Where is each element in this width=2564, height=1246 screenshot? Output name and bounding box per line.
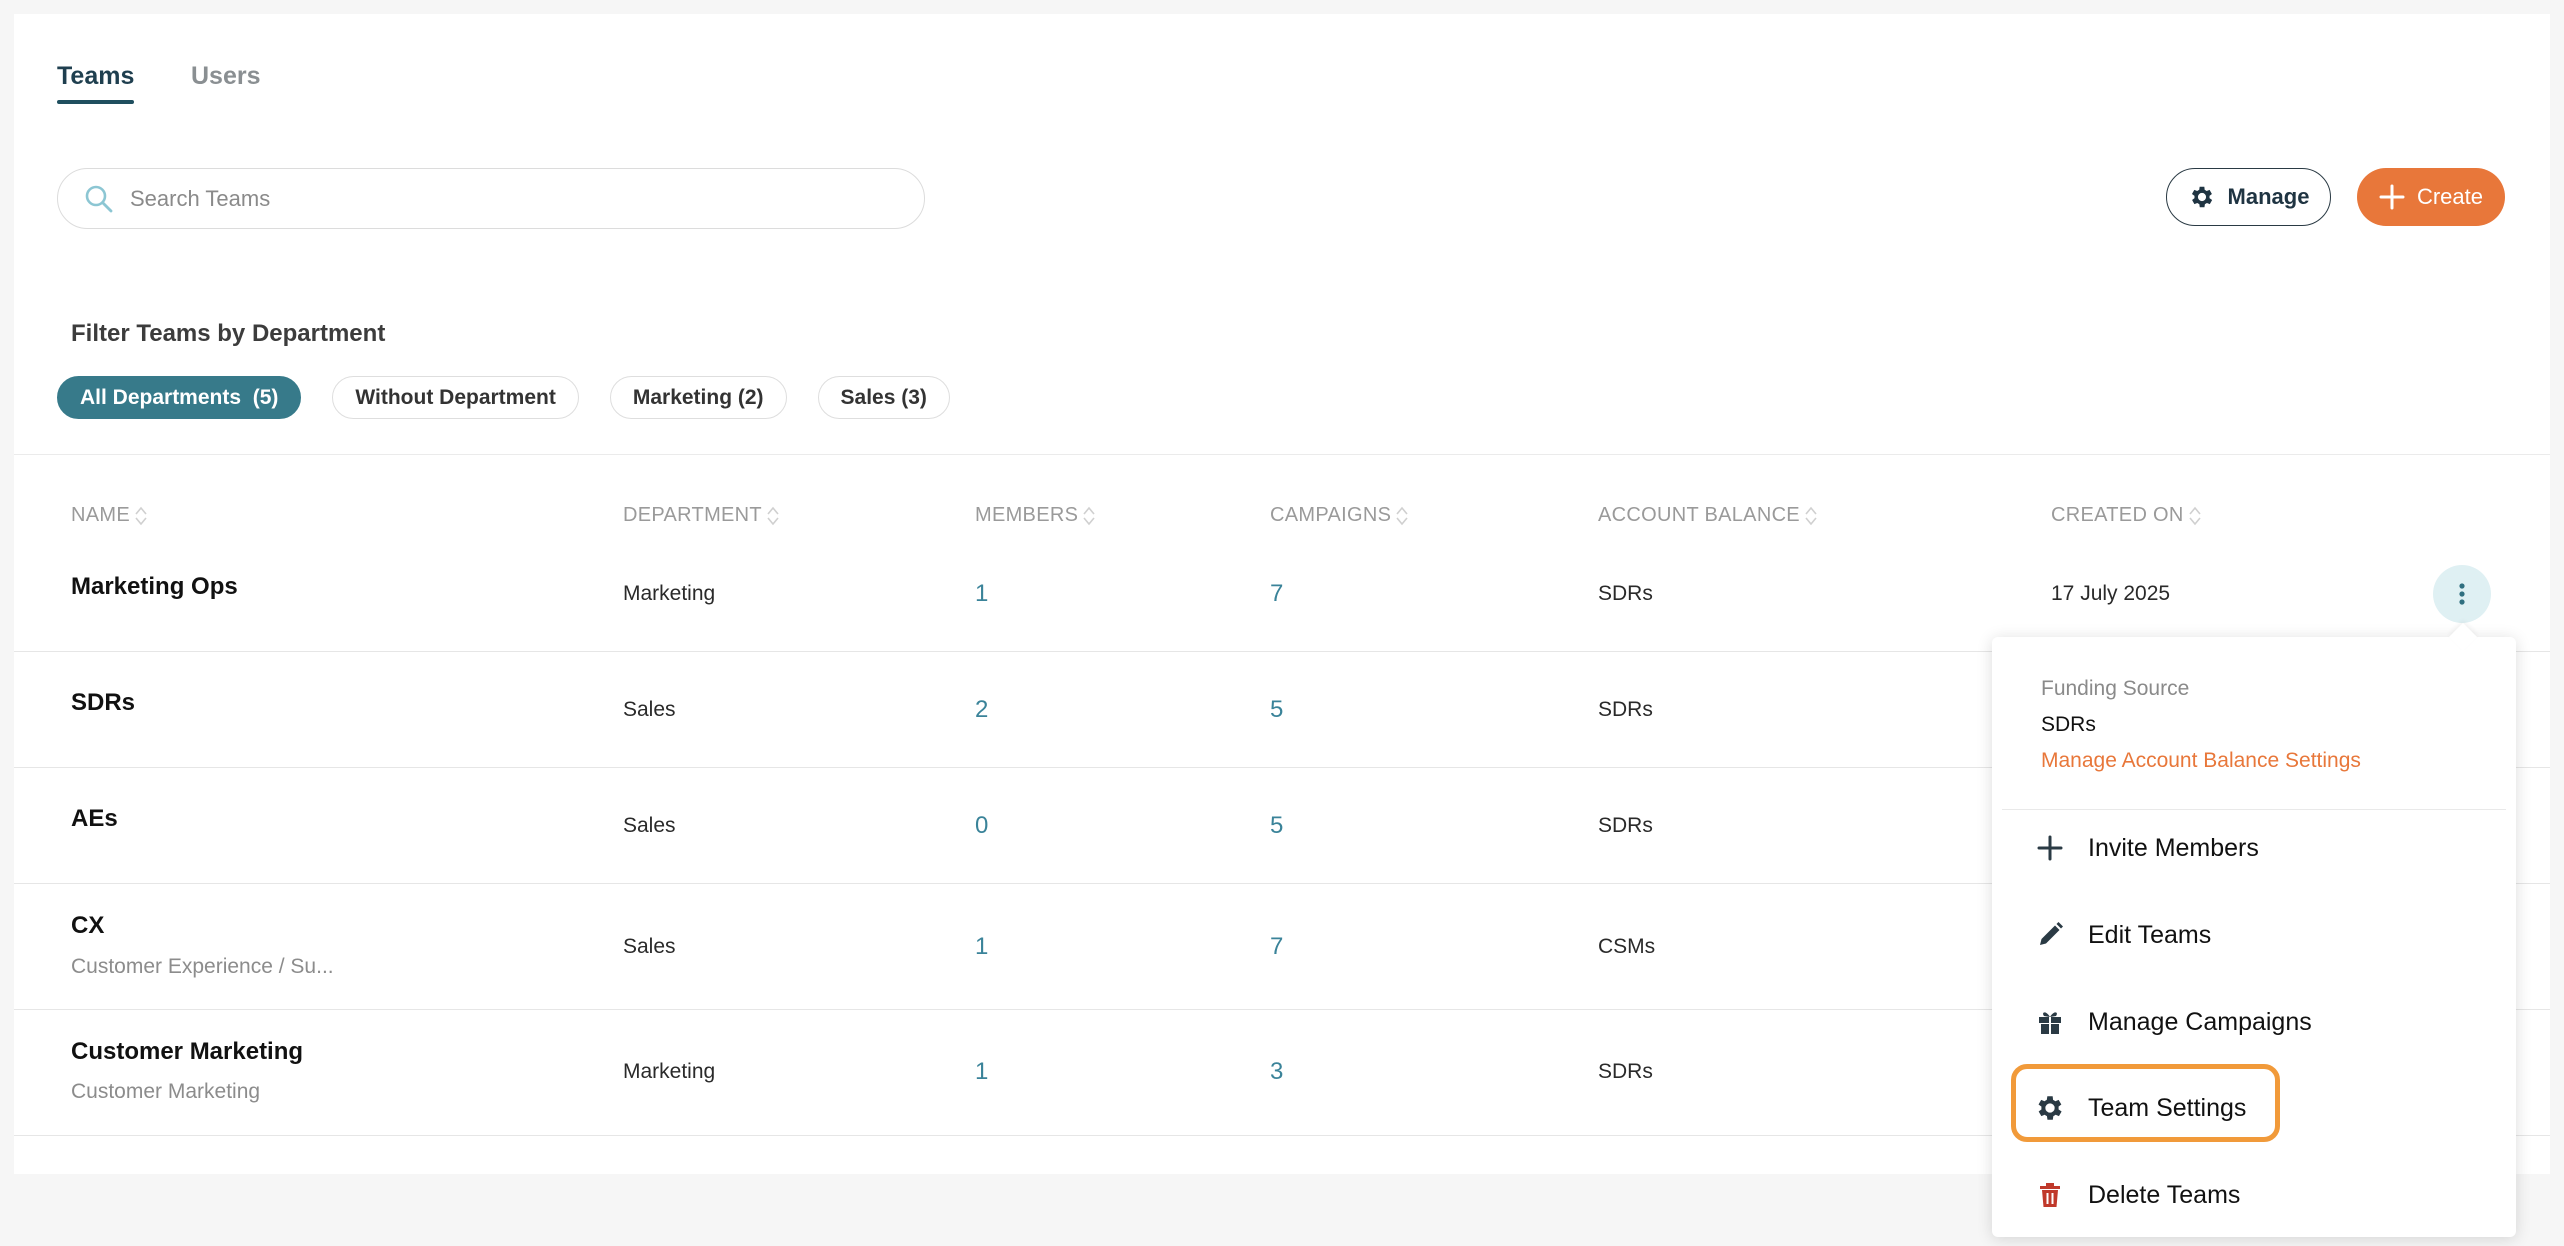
- plus-icon: [2379, 184, 2405, 210]
- tab-teams[interactable]: Teams: [57, 62, 135, 104]
- column-header-members[interactable]: MEMBERS: [975, 504, 1096, 527]
- column-header-label: NAME: [71, 504, 130, 526]
- team-campaigns-count[interactable]: 5: [1270, 812, 1283, 840]
- team-department: Sales: [623, 698, 676, 721]
- column-header-label: ACCOUNT BALANCE: [1598, 504, 1800, 526]
- funding-source-label: Funding Source: [2041, 677, 2190, 700]
- team-account-balance: CSMs: [1598, 935, 1656, 958]
- pencil-icon: [2040, 922, 2063, 945]
- column-header-campaigns[interactable]: CAMPAIGNS: [1270, 504, 1409, 527]
- funding-source-value: SDRs: [2041, 713, 2096, 736]
- column-header-label: DEPARTMENT: [623, 504, 762, 526]
- sort-icon: [1396, 506, 1408, 525]
- search-input[interactable]: [130, 179, 900, 219]
- column-header-name[interactable]: NAME: [71, 504, 148, 527]
- menu-item-edit-teams[interactable]: Edit Teams: [2034, 913, 2211, 957]
- team-created-on: 17 July 2025: [2051, 582, 2171, 605]
- team-name[interactable]: Marketing Ops: [71, 573, 238, 601]
- team-department: Sales: [623, 935, 676, 958]
- team-members-count[interactable]: 1: [975, 933, 988, 961]
- dropdown-divider: [2002, 809, 2506, 810]
- team-account-balance: SDRs: [1598, 698, 1653, 721]
- sort-icon: [135, 506, 147, 525]
- chip-without-department[interactable]: Without Department: [332, 376, 579, 419]
- row-actions-dropdown: Funding Source SDRs Manage Account Balan…: [1992, 637, 2516, 1237]
- column-header-label: CAMPAIGNS: [1270, 504, 1392, 526]
- search-box[interactable]: [57, 168, 925, 229]
- menu-item-label: Manage Campaigns: [2088, 1007, 2312, 1036]
- divider: [14, 454, 2550, 455]
- team-campaigns-count[interactable]: 5: [1270, 696, 1283, 724]
- department-filter-chips: All Departments (5) Without Department M…: [57, 376, 950, 419]
- sort-icon: [1083, 506, 1095, 525]
- chip-sales[interactable]: Sales (3): [817, 376, 950, 419]
- menu-item-label: Edit Teams: [2088, 920, 2212, 949]
- menu-item-manage-campaigns[interactable]: Manage Campaigns: [2034, 1000, 2312, 1044]
- team-description: Customer Experience / Su...: [71, 955, 334, 978]
- team-members-count[interactable]: 2: [975, 696, 988, 724]
- team-campaigns-count[interactable]: 7: [1270, 580, 1283, 608]
- menu-item-label: Invite Members: [2088, 833, 2259, 862]
- menu-item-label: Team Settings: [2088, 1093, 2247, 1122]
- more-vertical-icon: [2459, 583, 2465, 605]
- menu-item-invite-members[interactable]: Invite Members: [2034, 826, 2259, 870]
- tab-users[interactable]: Users: [191, 62, 261, 91]
- gift-icon: [2039, 1012, 2061, 1034]
- column-header-account-balance[interactable]: ACCOUNT BALANCE: [1598, 504, 1818, 527]
- team-name[interactable]: AEs: [71, 805, 118, 833]
- gear-icon: [2038, 1096, 2062, 1120]
- column-header-label: CREATED ON: [2051, 504, 2184, 526]
- column-header-created-on[interactable]: CREATED ON: [2051, 504, 2202, 527]
- team-account-balance: SDRs: [1598, 1060, 1653, 1083]
- filter-title: Filter Teams by Department: [71, 320, 386, 347]
- manage-label: Manage: [2227, 184, 2310, 209]
- team-name[interactable]: SDRs: [71, 689, 135, 717]
- manage-account-balance-link[interactable]: Manage Account Balance Settings: [2041, 749, 2361, 773]
- menu-item-label: Delete Teams: [2088, 1180, 2241, 1209]
- create-button[interactable]: Create: [2357, 168, 2505, 226]
- search-icon: [85, 185, 113, 213]
- team-campaigns-count[interactable]: 3: [1270, 1058, 1283, 1086]
- chip-marketing[interactable]: Marketing (2): [609, 376, 787, 419]
- plus-icon: [2037, 835, 2063, 861]
- sort-icon: [1805, 506, 1817, 525]
- team-department: Marketing: [623, 1060, 716, 1083]
- team-description: Customer Marketing: [71, 1080, 261, 1103]
- team-members-count[interactable]: 1: [975, 580, 988, 608]
- team-campaigns-count[interactable]: 7: [1270, 933, 1283, 961]
- team-account-balance: SDRs: [1598, 582, 1653, 605]
- manage-button[interactable]: Manage: [2166, 168, 2331, 226]
- menu-item-delete-teams[interactable]: Delete Teams: [2034, 1173, 2240, 1217]
- team-name[interactable]: CX: [71, 912, 104, 940]
- create-label: Create: [2416, 184, 2484, 209]
- team-members-count[interactable]: 0: [975, 812, 988, 840]
- team-name[interactable]: Customer Marketing: [71, 1038, 303, 1066]
- team-account-balance: SDRs: [1598, 814, 1653, 837]
- menu-item-team-settings[interactable]: Team Settings: [2034, 1086, 2246, 1130]
- row-actions-button[interactable]: [2433, 565, 2491, 623]
- gear-icon: [2191, 186, 2212, 208]
- team-members-count[interactable]: 1: [975, 1058, 988, 1086]
- sort-icon: [767, 506, 779, 525]
- team-department: Marketing: [623, 582, 716, 605]
- team-department: Sales: [623, 814, 676, 837]
- column-header-label: MEMBERS: [975, 504, 1079, 526]
- trash-icon: [2040, 1183, 2060, 1207]
- column-header-department[interactable]: DEPARTMENT: [623, 504, 780, 527]
- sort-icon: [2189, 506, 2201, 525]
- chip-all-departments[interactable]: All Departments (5): [57, 376, 302, 419]
